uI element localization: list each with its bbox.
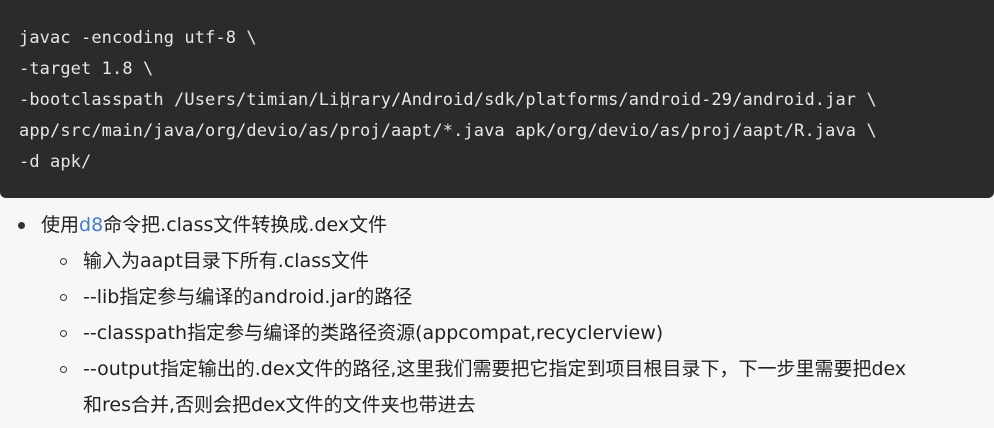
code-line: -bootclasspath /Users/timian/Library/And… (19, 90, 877, 110)
code-line: app/src/main/java/org/devio/as/proj/aapt… (19, 121, 877, 141)
code-block: javac -encoding utf-8 \ -target 1.8 \ -b… (0, 0, 994, 198)
bullet-prefix-text: 使用 (41, 214, 80, 236)
code-line: javac -encoding utf-8 \ (19, 28, 257, 48)
bullet-circle-icon (60, 294, 67, 301)
code-line: -target 1.8 \ (19, 59, 154, 79)
sub-list-item: --output指定输出的.dex文件的路径,这里我们需要把它指定到项目根目录下… (83, 358, 907, 380)
list-item: 使用d8命令把.class文件转换成.dex文件 (41, 208, 387, 242)
d8-link[interactable]: d8 (79, 214, 103, 236)
sub-list-item-continuation: 和res合并,否则会把dex文件的文件夹也带进去 (83, 394, 476, 416)
bullet-circle-icon (60, 258, 67, 265)
sub-list-item: --lib指定参与编译的android.jar的路径 (83, 286, 413, 308)
bullet-circle-icon (60, 330, 67, 337)
bullet-disc-icon (18, 222, 25, 229)
sub-list-item: 输入为aapt目录下所有.class文件 (83, 250, 370, 272)
code-line: -d apk/ (19, 152, 92, 172)
bullet-suffix-text: 命令把.class文件转换成.dex文件 (103, 214, 388, 236)
text-cursor-icon (341, 92, 349, 108)
sub-list-item: --classpath指定参与编译的类路径资源(appcompat,recycl… (83, 322, 664, 344)
bullet-circle-icon (60, 366, 67, 373)
